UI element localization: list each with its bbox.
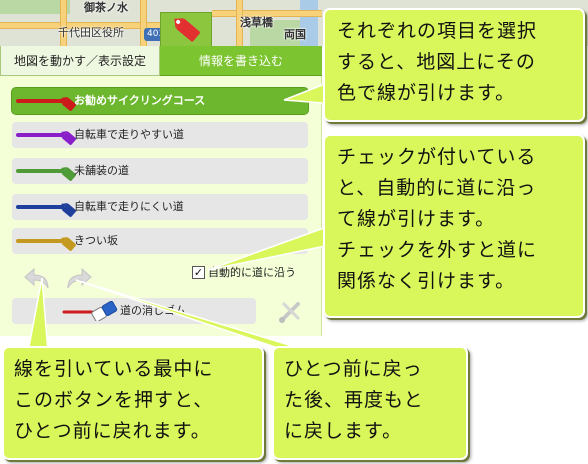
callout-redo: ひとつ前に戻っ た後、再度もと に戻します。 xyxy=(272,346,468,460)
road-type-unpaved[interactable]: 未舗装の道 xyxy=(12,158,308,184)
undo-button[interactable] xyxy=(22,264,52,294)
callout-line: た後、再度もと xyxy=(284,389,424,411)
green-line-tag-icon xyxy=(16,166,76,181)
callout-line: に戻します。 xyxy=(284,420,403,442)
tag-icon xyxy=(174,18,200,42)
yellow-line-tag-icon xyxy=(16,236,76,251)
tab-info-write[interactable]: 情報を書き込む xyxy=(160,46,322,76)
map-label: 浅草橋 xyxy=(240,16,273,29)
road-type-label: きつい坂 xyxy=(74,234,118,247)
blue-line-tag-icon xyxy=(16,202,76,217)
callout-line: 色で線が引けます。 xyxy=(337,82,516,104)
callout-line: すると、地図上にその xyxy=(337,51,536,73)
callout-line: それぞれの項目を選択 xyxy=(337,20,538,42)
callout-select-item: それぞれの項目を選択 すると、地図上にその 色で線が引けます。 xyxy=(323,8,585,122)
undo-arrow-icon xyxy=(24,267,49,289)
callout-line: ひとつ前に戻れます。 xyxy=(14,420,211,442)
callout-line: このボタンを押すと、 xyxy=(14,389,214,411)
checkbox-box[interactable]: ✓ xyxy=(192,265,205,279)
callout-line: ひとつ前に戻っ xyxy=(284,358,423,380)
eraser-label: 道の消しゴム xyxy=(120,304,186,317)
cut-tool-button[interactable] xyxy=(276,298,306,324)
auto-follow-road-checkbox[interactable]: ✓ 自動的に道に沿う xyxy=(192,264,296,280)
map-label: 千代田区役所 xyxy=(58,26,124,39)
red-line-tag-icon xyxy=(16,96,76,111)
map-label: 御茶ノ水 xyxy=(84,1,128,14)
map-label: 両国 xyxy=(284,28,306,41)
road-type-hard-to-ride[interactable]: 自転車で走りにくい道 xyxy=(12,194,308,220)
tab-map-move[interactable]: 地図を動かす／表示設定 xyxy=(0,46,160,76)
redo-button[interactable] xyxy=(64,264,94,294)
callout-checkbox: チェックが付いている と、自動的に道に沿っ て線が引けます。 チェックを外すと道… xyxy=(323,134,585,318)
panel-tabs: 地図を動かす／表示設定 情報を書き込む xyxy=(0,46,322,76)
callout-line: チェックが付いている xyxy=(337,146,537,168)
scissors-tool-icon xyxy=(279,302,300,323)
callout-line: チェックを外すと道に xyxy=(337,239,538,261)
road-type-easy-to-ride[interactable]: 自転車で走りやすい道 xyxy=(12,122,308,148)
checkbox-label: 自動的に道に沿う xyxy=(208,266,296,279)
callout-line: て線が引けます。 xyxy=(337,208,496,230)
redo-arrow-icon xyxy=(67,267,92,289)
callout-line: 関係なく引けます。 xyxy=(337,270,516,292)
callout-line: 線を引いている最中に xyxy=(14,358,214,380)
info-write-panel: 地図を動かす／表示設定 情報を書き込む お勧めサイクリングコース 自転車で走りや… xyxy=(0,46,322,336)
road-type-recommended-cycling[interactable]: お勧めサイクリングコース xyxy=(12,88,308,114)
write-mode-tag-button[interactable] xyxy=(160,12,212,46)
road-type-label: 自転車で走りやすい道 xyxy=(74,128,184,141)
eraser-icon xyxy=(62,301,118,321)
road-type-label: 自転車で走りにくい道 xyxy=(74,200,184,213)
road-type-label: お勧めサイクリングコース xyxy=(74,94,206,107)
road-type-steep-slope[interactable]: きつい坂 xyxy=(12,228,308,254)
callout-undo: 線を引いている最中に このボタンを押すと、 ひとつ前に戻れます。 xyxy=(2,346,264,460)
callout-line: と、自動的に道に沿っ xyxy=(337,177,537,199)
purple-line-tag-icon xyxy=(16,130,76,145)
road-type-label: 未舗装の道 xyxy=(74,164,129,177)
road-eraser-button[interactable]: 道の消しゴム xyxy=(12,298,256,324)
